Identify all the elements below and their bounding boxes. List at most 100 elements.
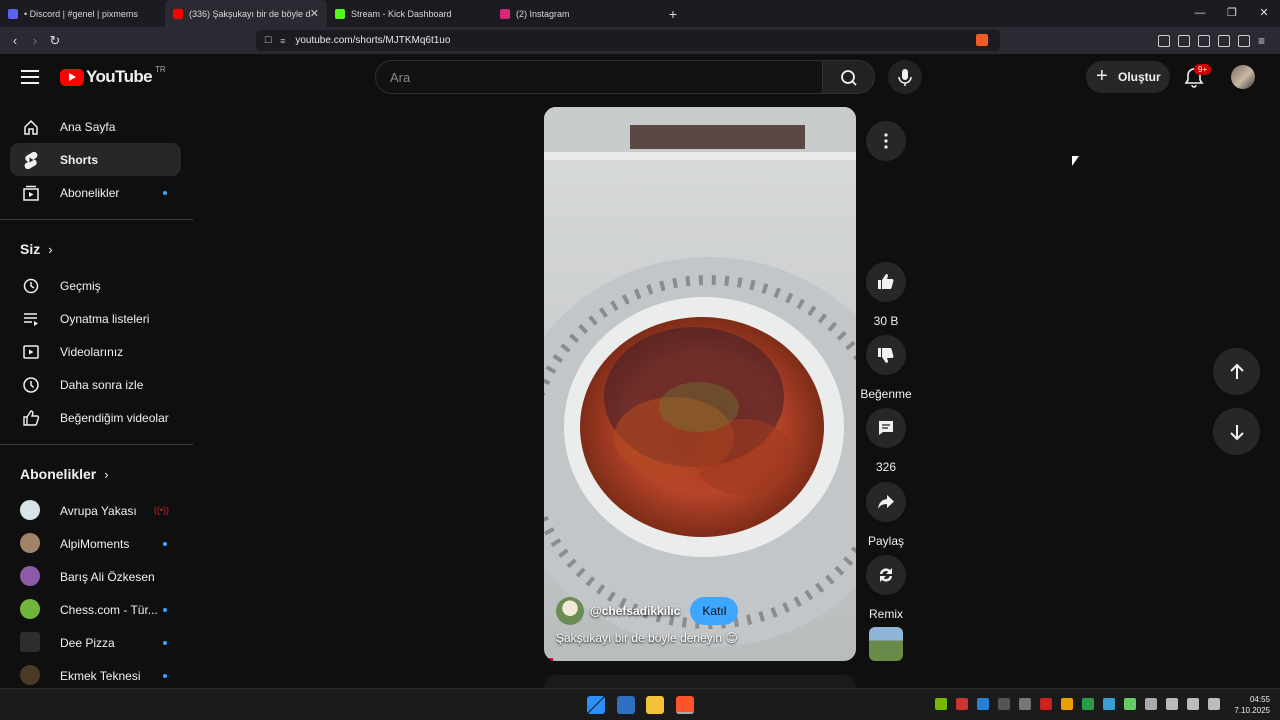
tray-app-icon[interactable] [1019,698,1031,710]
comments-button[interactable] [866,408,906,448]
plus-icon: + [1096,65,1108,87]
menu-icon[interactable]: ≡ [1258,35,1270,47]
share-button[interactable] [866,482,906,522]
close-tab-icon[interactable]: ✕ [310,7,319,20]
join-button[interactable]: Katıl [690,597,739,625]
tab-label: (2) Instagram [516,8,570,19]
previous-short-button[interactable] [1213,348,1260,395]
microphone-tray-icon[interactable] [1145,698,1157,710]
media-icon[interactable] [1158,34,1170,47]
battery-icon[interactable] [1208,698,1220,710]
share-label: Paylaş [867,534,905,548]
sidebar-item-home[interactable]: Ana Sayfa [10,110,181,143]
browser-toolbar: ‹ › ↻ ☐ ≡ youtube.com/shorts/MJTKMq6t1uo… [0,27,1280,54]
leo-icon[interactable] [1218,34,1230,47]
sidebar-item-label: Ana Sayfa [60,119,116,134]
youtube-logo[interactable]: YouTube TR [60,65,166,87]
sidebar-icon[interactable] [1178,34,1190,47]
sound-source-thumbnail[interactable] [869,627,903,661]
tab-label: Stream - Kick Dashboard [351,8,452,19]
channel-handle[interactable]: @chefsadikkilic [590,604,680,618]
minimize-icon[interactable]: — [1184,0,1216,27]
volume-icon[interactable] [1187,698,1199,710]
wallet-icon[interactable] [1198,34,1210,47]
shorts-video-player[interactable]: @chefsadikkilic Katıl Şakşukayı bir de b… [544,107,856,661]
close-window-icon[interactable]: ✕ [1248,0,1280,27]
tray-app-icon[interactable] [956,698,968,710]
weather-widget-icon[interactable] [617,696,635,714]
thumbs-up-icon [23,410,40,426]
new-tab-button[interactable]: + [663,6,683,22]
sidebar-channel-alpimoments[interactable]: AlpiMoments [10,527,181,560]
sidebar-item-label: Beğendiğim videolar [60,410,169,425]
tab-discord[interactable]: • Discord | #genel | pixmems [0,0,165,27]
remix-action: Remix [856,555,916,621]
discord-icon [8,8,18,19]
like-button[interactable] [866,262,906,302]
bookmark-icon[interactable]: ☐ [264,35,272,46]
search-button[interactable] [822,60,875,94]
sidebar-item-watch-later[interactable]: Daha sonra izle [10,368,181,401]
window-controls: — ❐ ✕ [1184,0,1280,27]
playback-progress-bar[interactable] [544,658,554,661]
tray-app-icon[interactable] [1124,698,1136,710]
sidebar-item-liked-videos[interactable]: Beğendiğim videolar [10,401,181,434]
toolbar-extensions: ≡ [1158,27,1270,54]
sidebar-item-label: Chess.com - Tür... [60,602,158,617]
address-bar[interactable]: ☐ ≡ youtube.com/shorts/MJTKMq6t1uo [256,30,1000,51]
logo-wordmark: YouTube [86,67,153,86]
nvidia-icon[interactable] [935,698,947,710]
sidebar-channel-chess-com[interactable]: Chess.com - Tür... [10,593,181,626]
sidebar-channel-ekmek-teknesi[interactable]: Ekmek Teknesi [10,659,181,688]
section-heading-subscriptions[interactable]: Abonelikler › [0,454,193,494]
sidebar-channel-avrupa-yakasi[interactable]: Avrupa Yakası ((•)) [10,494,181,527]
sidebar-item-your-videos[interactable]: Videolarınız [10,335,181,368]
sidebar-item-label: Oynatma listeleri [60,311,150,326]
short-caption[interactable]: Şakşukayı bir de böyle deneyin 😊 [556,631,844,645]
tab-youtube[interactable]: (336) Şakşukayı bir de böyle d ✕ [165,0,327,27]
search-input[interactable]: Ara [375,60,823,94]
sidebar-item-history[interactable]: Geçmiş [10,269,181,302]
sidebar-item-subscriptions[interactable]: Abonelikler [10,176,181,209]
sidebar-channel-baris-ali-ozkesen[interactable]: Barış Ali Özkesen [10,560,181,593]
sidebar-item-shorts[interactable]: Shorts [10,143,181,176]
tray-app-icon[interactable] [998,698,1010,710]
new-content-dot [163,641,167,645]
dislike-button[interactable] [866,335,906,375]
sidebar-item-label: Abonelikler [60,185,120,200]
more-options-button[interactable] [866,121,906,161]
more-vertical-icon [884,133,888,149]
channel-avatar[interactable] [556,597,584,625]
short-info-overlay: @chefsadikkilic Katıl Şakşukayı bir de b… [556,597,844,645]
sidebar-channel-dee-pizza[interactable]: Dee Pizza [10,626,181,659]
section-heading-you[interactable]: Siz › [0,229,193,269]
restore-icon[interactable]: ❐ [1216,0,1248,27]
back-icon[interactable]: ‹ [5,33,25,48]
reload-icon[interactable]: ↻ [45,33,65,49]
steam-icon[interactable] [977,698,989,710]
vpn-icon[interactable] [1238,34,1250,47]
browser-tab-strip: • Discord | #genel | pixmems (336) Şakşu… [0,0,1280,27]
sidebar-item-playlists[interactable]: Oynatma listeleri [10,302,181,335]
tray-app-icon[interactable] [1103,698,1115,710]
voice-search-button[interactable] [888,60,922,94]
forward-icon[interactable]: › [25,33,45,48]
remix-button[interactable] [866,555,906,595]
file-explorer-icon[interactable] [646,696,664,714]
tab-instagram[interactable]: (2) Instagram [492,0,657,27]
taskbar-clock[interactable]: 04:55 7.10.2025 [1234,694,1270,716]
tab-kick[interactable]: Stream - Kick Dashboard [327,0,492,27]
tray-app-icon[interactable] [1061,698,1073,710]
create-label: Oluştur [1118,70,1161,84]
next-short-button[interactable] [1213,408,1260,455]
windows-start-icon[interactable] [587,696,605,714]
network-icon[interactable] [1166,698,1178,710]
hamburger-menu-icon[interactable] [21,70,39,84]
create-button[interactable]: + Oluştur [1086,61,1170,93]
tray-app-icon[interactable] [1082,698,1094,710]
brave-browser-icon[interactable] [676,696,694,714]
brave-shield-icon[interactable] [976,34,988,46]
tray-app-icon[interactable] [1040,698,1052,710]
site-info-icon[interactable]: ≡ [280,36,285,46]
account-avatar[interactable] [1231,65,1255,89]
